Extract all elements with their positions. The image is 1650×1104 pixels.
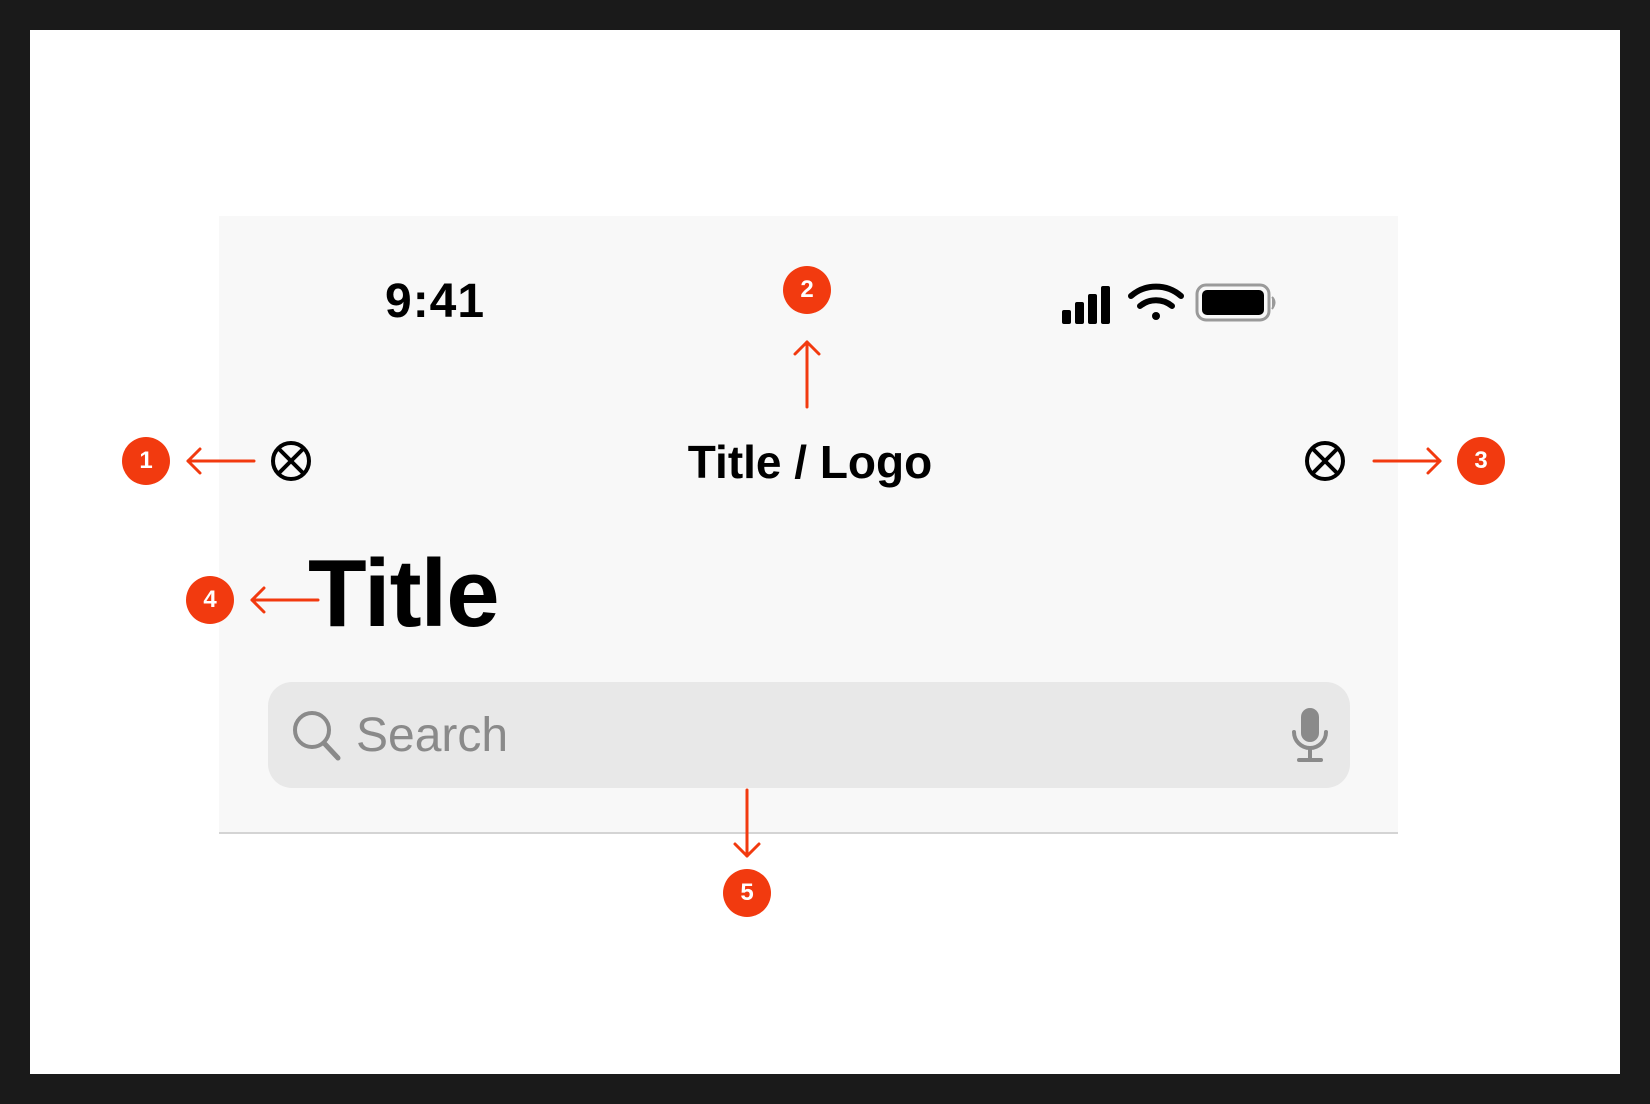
close-circle-icon — [1305, 441, 1345, 481]
close-circle-icon — [271, 441, 311, 481]
leading-nav-button[interactable] — [268, 438, 314, 484]
search-field[interactable]: Search — [268, 682, 1350, 788]
trailing-nav-button[interactable] — [1302, 438, 1348, 484]
nav-title: Title / Logo — [687, 436, 933, 488]
search-placeholder: Search — [356, 709, 509, 762]
large-title: Title — [308, 540, 500, 647]
annotation-badge-5: 5 — [723, 869, 771, 917]
battery-icon — [1195, 283, 1276, 322]
annotation-badge-4: 4 — [186, 576, 234, 624]
cellular-signal-icon — [1062, 286, 1110, 324]
annotation-badge-3: 3 — [1457, 437, 1505, 485]
search-icon — [293, 711, 341, 761]
annotation-badge-2: 2 — [783, 266, 831, 314]
wifi-icon — [1128, 283, 1184, 320]
status-icons — [1060, 280, 1300, 330]
mic-icon[interactable] — [1290, 706, 1330, 764]
annotation-badge-1: 1 — [122, 437, 170, 485]
status-time: 9:41 — [385, 275, 486, 328]
